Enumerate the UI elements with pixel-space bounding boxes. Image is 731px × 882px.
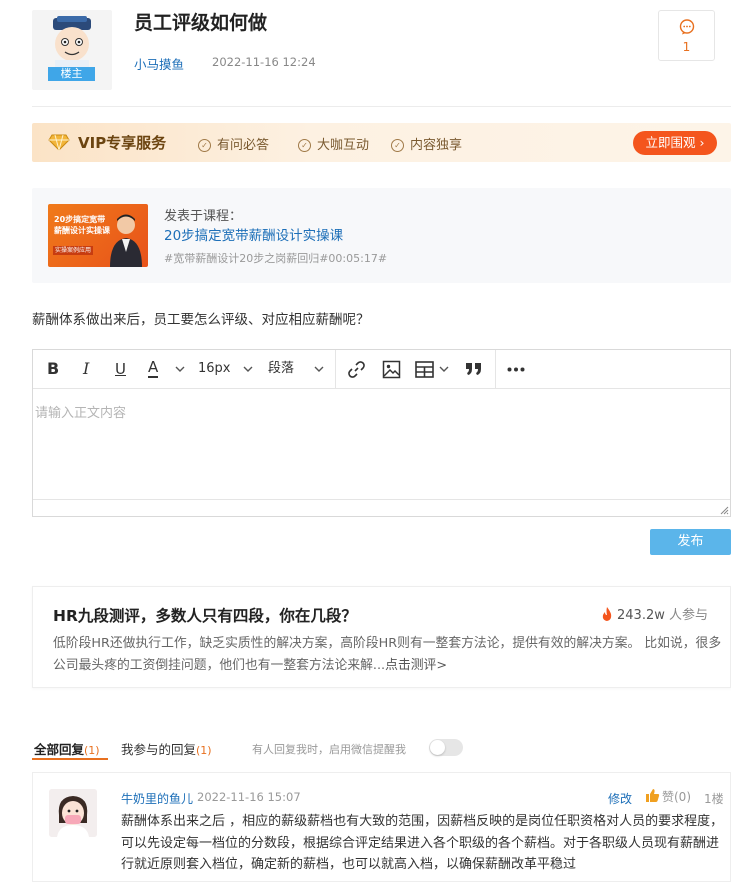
course-link[interactable]: 20步搞定宽带薪酬设计实操课 — [164, 224, 343, 244]
promo-body: 低阶段HR还做执行工作，缺乏实质性的解决方案，高阶段HR则有一整套方法论，提供有… — [53, 636, 722, 673]
promo-participants: 243.2w 人参与 — [601, 604, 708, 623]
course-tag[interactable]: #宽带薪酬设计20步之岗薪回归#00:05:17# — [164, 250, 387, 266]
reply-user-name[interactable]: 牛奶里的鱼儿 — [121, 790, 193, 807]
font-size-select[interactable]: 16px — [198, 359, 231, 379]
reply-floor: 1楼 — [704, 792, 724, 806]
underline-button[interactable]: U — [115, 359, 126, 379]
reply-body: 薪酬体系出来之后 ，相应的薪级薪档也有大致的范围，因薪档反映的是岗位任职资格对人… — [121, 814, 724, 872]
promo-test-link[interactable]: 点击测评> — [385, 658, 447, 673]
page-title: 员工评级如何做 — [134, 12, 268, 34]
check-circle-icon: ✓ — [198, 139, 211, 152]
chevron-down-icon[interactable] — [175, 366, 185, 372]
check-circle-icon: ✓ — [298, 139, 311, 152]
vip-join-button[interactable]: 立即围观 › — [633, 131, 717, 155]
reply-item: 牛奶里的鱼儿 2022-11-16 15:07 修改 赞(0) 1楼 薪酬体系出… — [32, 772, 731, 882]
author-avatar[interactable]: 楼主 — [32, 10, 112, 90]
image-icon[interactable] — [382, 360, 401, 379]
vip-diamond-icon — [48, 134, 70, 151]
comment-count-button[interactable]: 1 — [658, 10, 715, 61]
author-name[interactable]: 小马摸鱼 — [134, 54, 184, 73]
editor-footer — [33, 499, 730, 516]
promo-title[interactable]: HR九段测评，多数人只有四段，你在几段？ — [53, 604, 357, 626]
thumbs-up-icon — [646, 789, 660, 802]
check-circle-icon: ✓ — [391, 139, 404, 152]
reply-time: 2022-11-16 15:07 — [197, 790, 301, 804]
reply-avatar[interactable] — [49, 789, 97, 837]
course-thumbnail[interactable]: 20步搞定宽带 薪酬设计实操课 实操案例应用 — [48, 204, 148, 267]
comment-icon — [679, 19, 694, 35]
italic-button[interactable]: I — [83, 359, 89, 379]
link-icon[interactable] — [347, 360, 366, 379]
vip-feature-qa: ✓ 有问必答 — [198, 134, 269, 153]
bold-button[interactable]: B — [47, 359, 59, 379]
post-time: 2022-11-16 12:24 — [212, 55, 316, 69]
owner-badge: 楼主 — [48, 67, 95, 81]
active-tab-indicator — [32, 758, 108, 760]
toolbar-divider — [495, 350, 496, 388]
editor-placeholder[interactable]: 请输入正文内容 — [35, 402, 126, 421]
chevron-down-icon[interactable] — [439, 366, 449, 372]
reply-avatar-image — [49, 789, 97, 837]
divider — [32, 106, 731, 107]
chevron-down-icon[interactable] — [314, 366, 324, 372]
question-text: 薪酬体系做出来后，员工要怎么评级、对应相应薪酬呢？ — [32, 312, 370, 328]
promo-card[interactable]: HR九段测评，多数人只有四段，你在几段？ 243.2w 人参与 低阶段HR还做执… — [32, 586, 731, 688]
toggle-knob — [430, 740, 445, 755]
vip-feature-exclusive: ✓ 内容独享 — [391, 134, 462, 153]
course-label: 发表于课程： — [164, 209, 243, 224]
wechat-notify-toggle[interactable] — [429, 739, 463, 756]
instructor-photo — [110, 214, 142, 267]
rich-text-editor[interactable]: B I U A 16px 段落 请输入正文内容 — [32, 349, 731, 517]
chevron-down-icon[interactable] — [243, 366, 253, 372]
tab-all-replies[interactable]: 全部回复(1) — [34, 739, 100, 758]
editor-toolbar: B I U A 16px 段落 — [33, 350, 730, 389]
vip-feature-interact: ✓ 大咖互动 — [298, 134, 369, 153]
publish-button[interactable]: 发布 — [650, 529, 731, 555]
resize-handle-icon[interactable] — [720, 506, 729, 515]
chevron-right-icon: › — [699, 135, 705, 150]
tab-my-replies[interactable]: 我参与的回复(1) — [121, 739, 212, 758]
reply-edit-button[interactable]: 修改 — [608, 790, 632, 807]
vip-title: VIP专享服务 — [78, 134, 167, 152]
vip-banner[interactable]: VIP专享服务 ✓ 有问必答 ✓ 大咖互动 ✓ 内容独享 立即围观 › — [32, 123, 731, 162]
fire-icon — [602, 607, 612, 621]
comment-count: 1 — [682, 40, 691, 54]
paragraph-select[interactable]: 段落 — [268, 359, 294, 379]
wechat-notify-label: 有人回复我时，启用微信提醒我 — [252, 743, 406, 756]
table-icon[interactable] — [415, 361, 434, 378]
reply-tabs: 全部回复(1) 我参与的回复(1) 有人回复我时，启用微信提醒我 — [32, 739, 731, 761]
more-icon[interactable] — [507, 367, 525, 372]
reply-like-button[interactable]: 赞(0) — [645, 788, 691, 805]
quote-icon[interactable] — [465, 362, 482, 376]
font-color-button[interactable]: A — [148, 359, 159, 378]
course-card[interactable]: 20步搞定宽带 薪酬设计实操课 实操案例应用 发表于课程： 20步搞定宽带薪酬设… — [32, 188, 731, 283]
toolbar-divider — [335, 350, 336, 388]
author-avatar-image — [53, 16, 91, 71]
